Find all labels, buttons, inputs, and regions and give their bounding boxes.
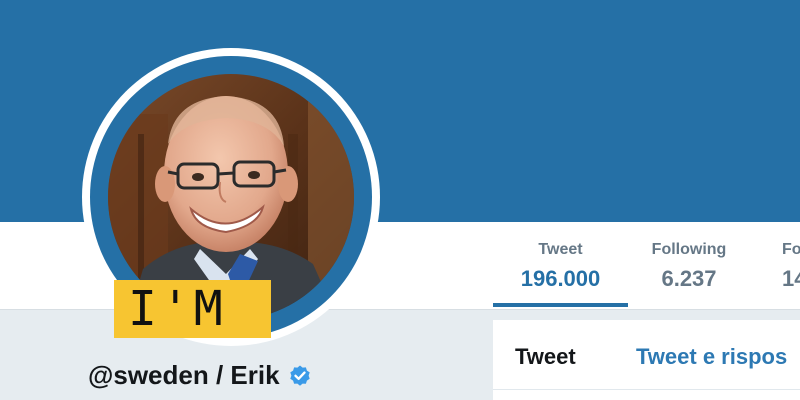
stat-following-value: 6.237 bbox=[661, 266, 717, 291]
stat-followers-label: Fo bbox=[782, 241, 800, 258]
stat-tweets[interactable]: Tweet 196.000 bbox=[493, 240, 628, 294]
stat-tweets-value: 196.000 bbox=[520, 266, 601, 291]
timeline-panel: Tweet Tweet e rispos bbox=[493, 320, 800, 400]
profile-handle: @sweden / Erik bbox=[88, 360, 280, 390]
stat-following-label: Following bbox=[651, 241, 727, 258]
badge-text: I'M bbox=[128, 281, 227, 337]
stat-following[interactable]: Following 6.237 bbox=[628, 240, 750, 294]
stat-tweets-label: Tweet bbox=[538, 241, 583, 258]
tabs-divider bbox=[493, 389, 800, 390]
tab-tweets-and-replies[interactable]: Tweet e rispos bbox=[636, 344, 787, 370]
stat-followers-value: 14 bbox=[782, 266, 800, 291]
active-stat-indicator bbox=[493, 303, 628, 307]
stat-followers[interactable]: Fo 14 bbox=[752, 240, 800, 294]
verified-badge-icon bbox=[288, 364, 312, 388]
profile-name: @sweden / Erik bbox=[88, 360, 312, 391]
tab-tweets[interactable]: Tweet bbox=[515, 344, 576, 370]
im-badge: I'M bbox=[114, 280, 271, 338]
